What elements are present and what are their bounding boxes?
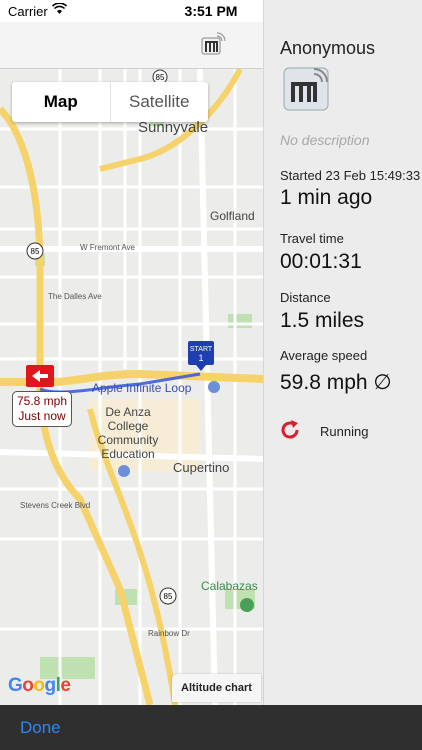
tracking-status: Running — [320, 424, 369, 439]
svg-text:85: 85 — [156, 73, 165, 82]
map-view[interactable]: 85 280 85 85 START 1 Map Satellite Sunny… — [0, 69, 263, 705]
place-label-cupertino: Cupertino — [173, 460, 230, 475]
refresh-icon[interactable] — [278, 418, 302, 442]
place-label-de-anza: De Anza College Community Education — [97, 405, 159, 461]
speed-popup-speed: 75.8 mph — [16, 394, 68, 408]
street-label-stevens-creek: Stevens Creek Blvd — [20, 501, 91, 510]
map-type-map-option[interactable]: Map — [12, 82, 111, 122]
svg-text:1: 1 — [198, 353, 203, 363]
svg-text:85: 85 — [164, 592, 173, 601]
altitude-chart-button[interactable]: Altitude chart — [172, 674, 261, 702]
map-type-switcher[interactable]: Map Satellite — [12, 82, 208, 122]
app-logo-icon — [201, 32, 226, 55]
street-label-rainbow: Rainbow Dr — [148, 629, 190, 638]
bottom-toolbar: Done — [0, 705, 422, 750]
average-speed-label: Average speed — [280, 348, 368, 363]
speed-popup-time: Just now — [18, 409, 66, 423]
app-logo-icon — [283, 67, 329, 111]
navigation-bar — [0, 22, 263, 69]
user-name: Anonymous — [280, 38, 376, 58]
distance-value: 1.5 miles — [280, 309, 365, 332]
description-text: No description — [280, 132, 370, 148]
place-label-calabazas: Calabazas — [201, 579, 258, 593]
place-label-golfland: Golfland — [210, 209, 255, 223]
travel-time-label: Travel time — [280, 231, 344, 246]
done-button[interactable]: Done — [20, 718, 61, 738]
google-logo: Google — [8, 675, 71, 696]
svg-text:85: 85 — [31, 247, 40, 256]
street-label-apple-loop: Apple Infinite Loop — [92, 381, 192, 395]
travel-time-value: 00:01:31 — [280, 250, 362, 273]
map-type-satellite-option[interactable]: Satellite — [111, 82, 209, 122]
started-label: Started 23 Feb 15:49:33 — [280, 168, 421, 183]
average-speed-value: 59.8 mph ∅ — [280, 371, 392, 394]
svg-text:START: START — [190, 346, 213, 353]
place-label-sunnyvale: Sunnyvale — [138, 119, 209, 136]
distance-label: Distance — [280, 290, 331, 305]
street-label-fremont: W Fremont Ave — [80, 243, 135, 252]
street-label-dalles: The Dalles Ave — [48, 292, 102, 301]
speed-popup: 75.8 mph Just now — [12, 391, 72, 427]
track-details-panel: Anonymous No description Started 23 Feb … — [263, 0, 422, 705]
started-ago-value: 1 min ago — [280, 186, 373, 209]
